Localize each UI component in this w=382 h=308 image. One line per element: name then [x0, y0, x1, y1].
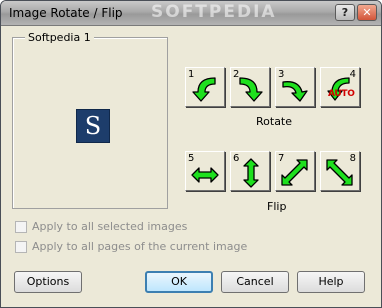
softpedia-logo: S — [76, 109, 110, 143]
image-rotate-flip-dialog: Image Rotate / Flip SOFTPEDIA ? ✕ Softpe… — [0, 0, 382, 308]
flip-label: Flip — [267, 200, 287, 213]
ok-button[interactable]: OK — [145, 271, 213, 293]
rotate-down-arrow-icon — [282, 81, 308, 102]
flip-horizontal-arrow-icon — [191, 167, 219, 183]
cancel-button[interactable]: Cancel — [221, 271, 289, 293]
rotate-button-3[interactable]: 3 — [275, 67, 315, 107]
rotate-label: Rotate — [256, 115, 293, 128]
rotate-button-1[interactable]: 1 — [185, 67, 225, 107]
preview-group-label: Softpedia 1 — [25, 31, 94, 44]
apply-selected-checkbox[interactable] — [15, 221, 27, 233]
flip-button-8[interactable]: 8 — [320, 151, 360, 191]
rotate-button-4[interactable]: 4 AUTO — [320, 67, 360, 107]
rotate-right-arrow-icon — [239, 77, 263, 102]
flip-vertical-arrow-icon — [243, 158, 259, 188]
auto-badge: AUTO — [328, 89, 355, 99]
rotate-button-2[interactable]: 2 — [230, 67, 270, 107]
flip-button-5[interactable]: 5 — [185, 151, 225, 191]
title-help-button[interactable]: ? — [335, 4, 355, 21]
rotate-left-arrow-icon — [192, 77, 216, 102]
title-bar[interactable]: Image Rotate / Flip SOFTPEDIA ? ✕ — [1, 1, 381, 26]
flip-button-6[interactable]: 6 — [230, 151, 270, 191]
flip-diagonal-arrow-icon — [281, 159, 308, 186]
title-watermark: SOFTPEDIA — [151, 2, 277, 22]
window-title: Image Rotate / Flip — [9, 6, 123, 20]
flip-antidiagonal-arrow-icon — [326, 159, 353, 186]
title-close-button[interactable]: ✕ — [357, 4, 377, 21]
flip-button-7[interactable]: 7 — [275, 151, 315, 191]
options-button[interactable]: Options — [14, 271, 82, 293]
apply-selected-label: Apply to all selected images — [32, 220, 188, 233]
help-button[interactable]: Help — [297, 271, 365, 293]
apply-pages-checkbox[interactable] — [15, 241, 27, 253]
apply-pages-label: Apply to all pages of the current image — [32, 240, 248, 253]
